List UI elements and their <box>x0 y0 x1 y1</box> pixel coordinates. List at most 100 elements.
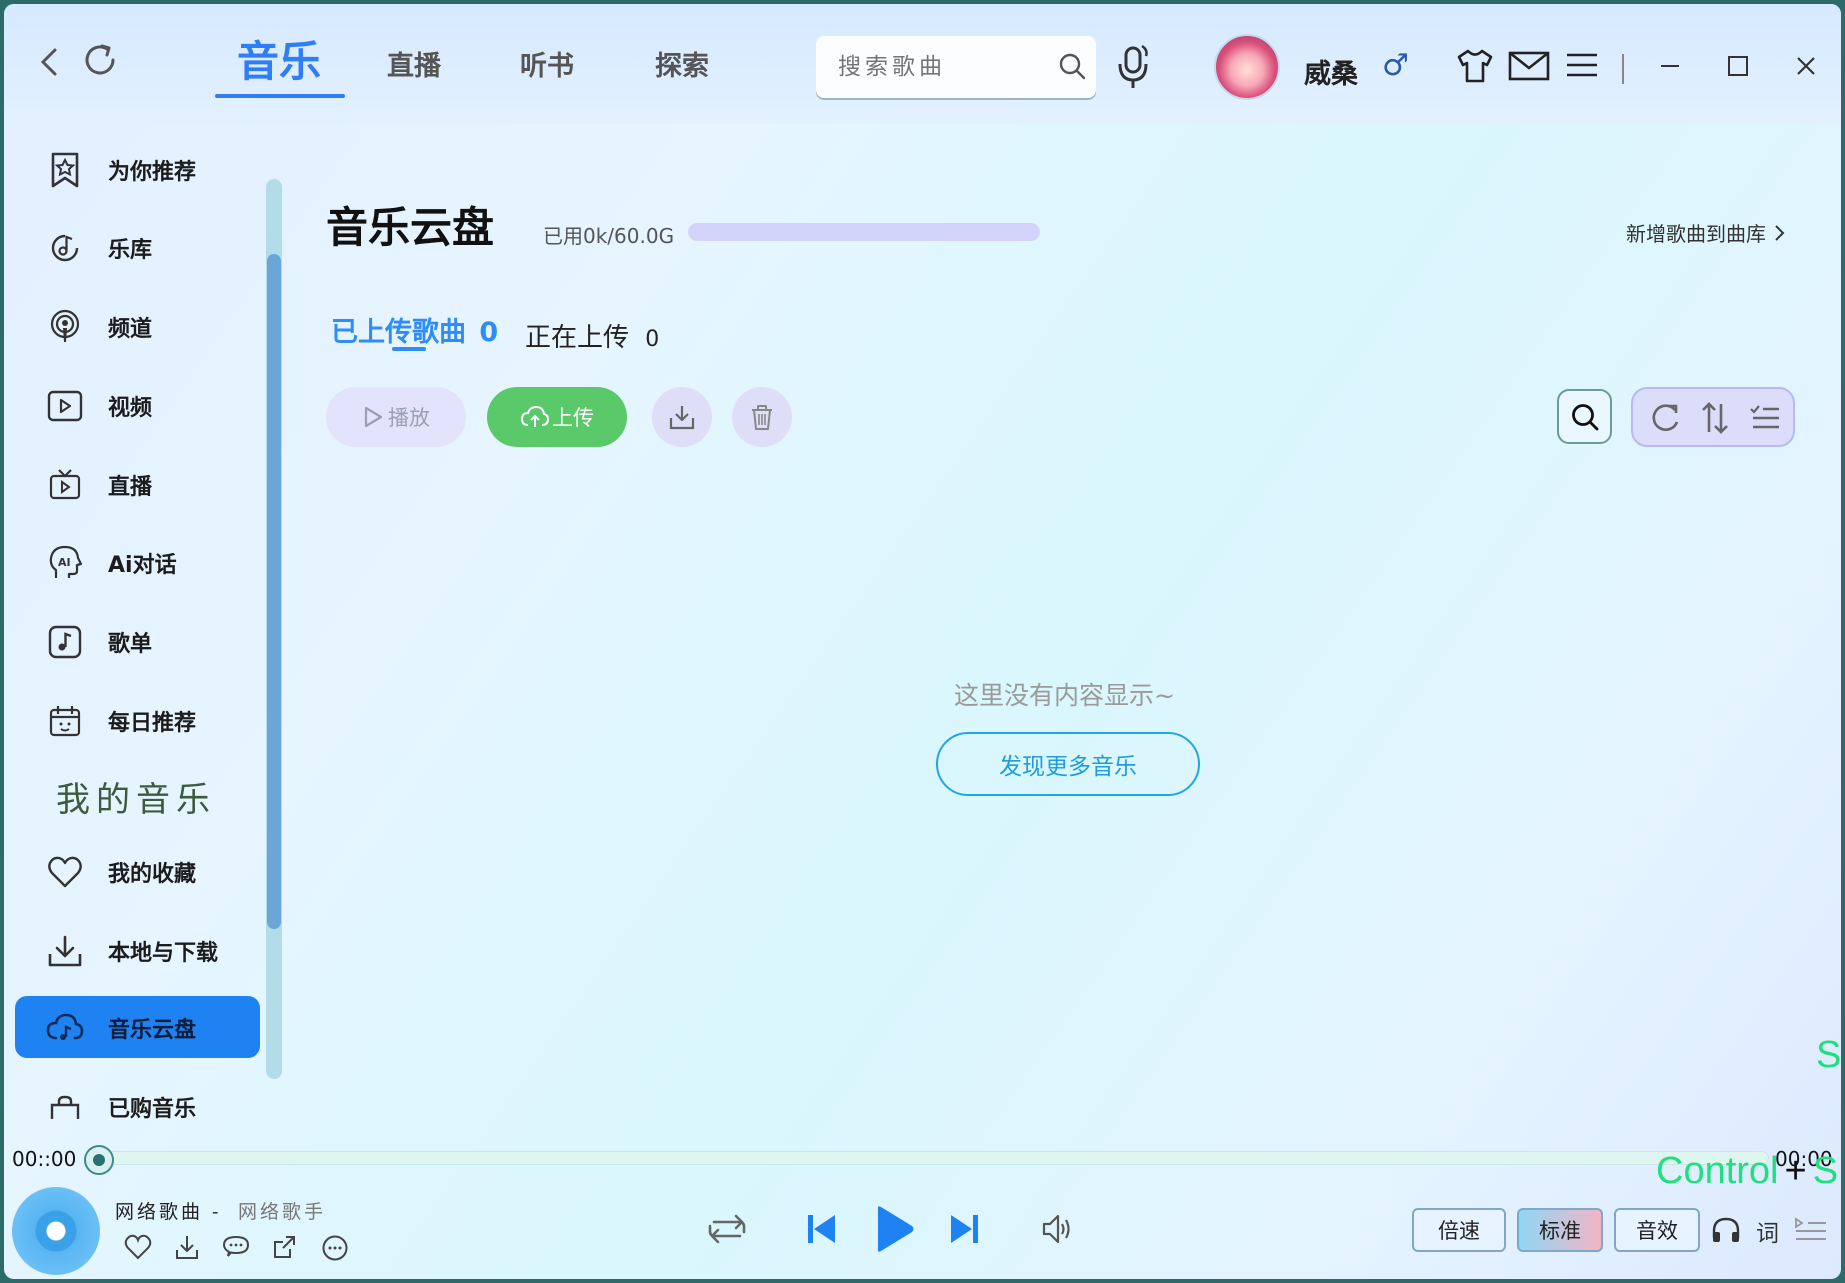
voice-search-icon[interactable] <box>1114 42 1154 90</box>
sidebar-item-local-download[interactable]: 本地与下载 <box>44 923 254 979</box>
tab-explore[interactable]: 探索 <box>655 44 709 83</box>
sort-icon[interactable] <box>1699 400 1731 436</box>
playback-progress-bar[interactable] <box>94 1151 1769 1165</box>
menu-icon[interactable] <box>1564 50 1600 80</box>
download-icon <box>668 403 696 431</box>
video-icon <box>44 385 86 427</box>
sidebar-item-label: 歌单 <box>108 632 153 657</box>
playlist-queue-icon[interactable] <box>1794 1216 1828 1242</box>
sidebar-item-recommend[interactable]: 为你推荐 <box>44 142 254 198</box>
tab-uploaded-count: 0 <box>479 317 499 348</box>
song-artist[interactable]: 网络歌手 <box>238 1197 326 1224</box>
tab-audiobook[interactable]: 听书 <box>520 44 574 83</box>
next-track-icon[interactable] <box>947 1212 981 1246</box>
headphone-icon[interactable] <box>1710 1216 1742 1244</box>
my-music-section-title: 我的音乐 <box>56 780 216 820</box>
sidebar-item-cloud-disk[interactable]: 音乐云盘 <box>44 1000 254 1056</box>
storage-usage-bar <box>688 223 1040 241</box>
progress-knob-center <box>93 1154 105 1166</box>
sound-effect-button[interactable]: 音效 <box>1614 1208 1700 1252</box>
maximize-icon[interactable] <box>1726 54 1750 78</box>
like-heart-icon[interactable] <box>124 1234 152 1260</box>
sidebar-item-label: 已购音乐 <box>108 1097 197 1119</box>
upload-button[interactable]: 上传 <box>487 387 627 447</box>
empty-state-text: 这里没有内容显示~ <box>954 681 1175 710</box>
trash-icon <box>749 403 775 431</box>
sidebar-item-favorites[interactable]: 我的收藏 <box>44 844 254 900</box>
sidebar-item-ai-chat[interactable]: AI Ai对话 <box>44 535 254 591</box>
overlay-control-label: Control <box>1656 1150 1779 1192</box>
sidebar-item-label: 直播 <box>108 475 153 500</box>
refresh-icon[interactable] <box>80 40 120 80</box>
play-all-button[interactable]: 播放 <box>326 387 466 447</box>
discover-more-music-button[interactable]: 发现更多音乐 <box>936 732 1200 796</box>
overlay-s-label: S <box>1816 1034 1841 1076</box>
list-tools-group <box>1631 387 1795 447</box>
sidebar-item-daily[interactable]: 每日推荐 <box>44 693 254 749</box>
cloud-upload-icon <box>520 405 550 429</box>
repeat-mode-icon[interactable] <box>706 1210 748 1248</box>
overlay-plus: + <box>1784 1150 1807 1192</box>
minimize-icon[interactable] <box>1658 54 1682 78</box>
sidebar-item-video[interactable]: 视频 <box>44 378 254 434</box>
avatar[interactable] <box>1214 34 1280 100</box>
sidebar-item-live[interactable]: 直播 <box>44 457 254 513</box>
close-icon[interactable] <box>1794 54 1818 78</box>
download-selected-button[interactable] <box>652 387 712 447</box>
overlay-s2-label: S <box>1812 1150 1839 1192</box>
gender-icon: ♂ <box>1382 48 1409 83</box>
lyrics-button[interactable]: 词 <box>1756 1214 1779 1248</box>
batch-select-icon[interactable] <box>1749 403 1781 433</box>
overlay-shortcut-hint: Control + S <box>1656 1150 1838 1193</box>
tab-uploaded-songs[interactable]: 已上传歌曲 0 <box>331 310 498 349</box>
more-options-icon[interactable] <box>321 1234 349 1262</box>
star-bookmark-icon <box>44 149 86 191</box>
search-list-button[interactable] <box>1557 389 1612 444</box>
album-cover-disc[interactable] <box>12 1187 100 1275</box>
audio-quality-button[interactable]: 标准 <box>1517 1208 1603 1252</box>
sidebar-item-label: 频道 <box>108 317 153 342</box>
heart-icon <box>44 851 86 893</box>
download-icon <box>44 930 86 972</box>
music-note-disc-icon <box>44 227 86 269</box>
mail-icon[interactable] <box>1508 50 1550 82</box>
chevron-right-icon <box>1772 223 1786 243</box>
search-input[interactable] <box>838 50 1048 84</box>
play-pause-icon[interactable] <box>872 1204 916 1254</box>
search-icon[interactable] <box>1058 52 1086 80</box>
upload-label: 上传 <box>552 406 594 430</box>
sidebar-item-library[interactable]: 乐库 <box>44 220 254 276</box>
search-icon <box>1570 402 1600 432</box>
sidebar-scrollbar-thumb[interactable] <box>267 254 281 929</box>
sidebar-item-label: 为你推荐 <box>108 160 197 185</box>
add-to-library-label: 新增歌曲到曲库 <box>1626 222 1766 246</box>
sidebar-item-channel[interactable]: 频道 <box>44 299 254 355</box>
sidebar-item-playlist[interactable]: 歌单 <box>44 614 254 670</box>
comment-icon[interactable] <box>222 1234 250 1260</box>
back-icon[interactable] <box>32 44 68 80</box>
playback-speed-button[interactable]: 倍速 <box>1412 1208 1506 1252</box>
tab-uploading[interactable]: 正在上传 0 <box>525 317 659 354</box>
sidebar-item-label: 我的收藏 <box>108 862 197 887</box>
locate-current-icon[interactable] <box>1649 402 1683 434</box>
download-song-icon[interactable] <box>174 1233 200 1261</box>
sidebar-item-purchased[interactable]: 已购音乐 <box>44 1079 254 1119</box>
cloud-music-icon <box>44 1007 86 1049</box>
song-title[interactable]: 网络歌曲 - <box>115 1197 221 1224</box>
tab-music[interactable]: 音乐 <box>237 28 321 89</box>
tab-live[interactable]: 直播 <box>387 44 441 83</box>
add-to-library-link[interactable]: 新增歌曲到曲库 <box>1626 218 1786 247</box>
previous-track-icon[interactable] <box>805 1212 839 1246</box>
playlist-icon <box>44 621 86 663</box>
svg-text:AI: AI <box>58 556 71 569</box>
podcast-icon <box>44 306 86 348</box>
share-icon[interactable] <box>272 1233 298 1261</box>
volume-icon[interactable] <box>1040 1212 1074 1246</box>
skin-shirt-icon[interactable] <box>1456 48 1494 84</box>
ai-head-icon: AI <box>44 542 86 584</box>
play-icon <box>362 405 384 429</box>
user-name[interactable]: 威桑 <box>1304 52 1358 91</box>
sidebar-item-label: 每日推荐 <box>108 711 197 736</box>
sidebar-item-label: 音乐云盘 <box>108 1018 197 1043</box>
delete-selected-button[interactable] <box>732 387 792 447</box>
